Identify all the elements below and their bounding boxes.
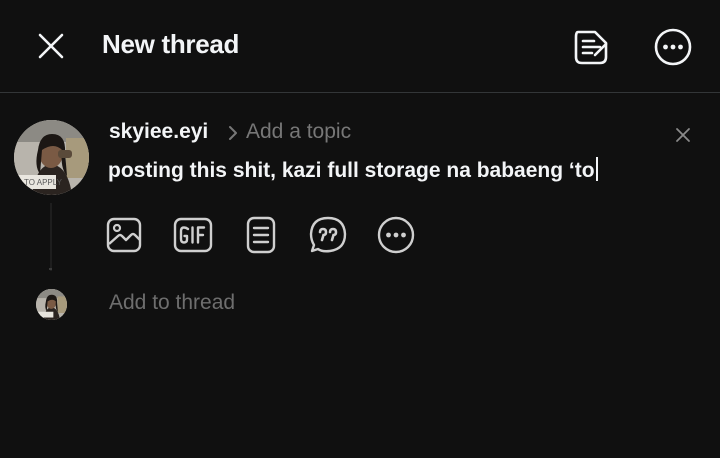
avatar-badge-text: TO APPLY — [24, 178, 62, 187]
thread-connector-end — [49, 268, 52, 270]
post-text-input[interactable]: posting this shit, kazi full storage na … — [108, 157, 598, 183]
gif-icon — [173, 217, 213, 253]
header-bar: New thread — [0, 0, 720, 93]
more-options-icon — [654, 28, 692, 66]
text-caret — [595, 157, 598, 181]
avatar[interactable]: TO APPLY — [14, 120, 89, 195]
dismiss-button[interactable] — [670, 122, 696, 148]
close-button[interactable] — [32, 27, 70, 65]
attach-gif-button[interactable] — [173, 215, 213, 255]
image-icon — [106, 217, 142, 253]
thread-connector-line — [50, 203, 52, 271]
add-poll-button[interactable] — [241, 215, 281, 255]
quote-button[interactable] — [308, 215, 348, 255]
close-icon — [38, 33, 64, 59]
avatar-photo-small — [36, 289, 67, 320]
more-options-button[interactable] — [651, 25, 695, 69]
new-thread-screen: New thread TO APPLY skyiee.eyi Add a top… — [0, 0, 720, 458]
quote-icon — [309, 216, 347, 253]
close-icon — [676, 128, 690, 142]
username: skyiee.eyi — [109, 120, 209, 143]
drafts-icon — [574, 30, 608, 65]
more-icon — [377, 216, 415, 254]
drafts-button[interactable] — [569, 25, 613, 69]
avatar-small — [36, 289, 67, 320]
more-attachments-button[interactable] — [376, 215, 416, 255]
poll-list-icon — [246, 216, 276, 254]
page-title: New thread — [102, 29, 240, 59]
chevron-right-icon — [229, 126, 237, 140]
add-to-thread-button[interactable]: Add to thread — [109, 291, 235, 315]
add-topic-button[interactable]: Add a topic — [246, 120, 351, 144]
attach-image-button[interactable] — [104, 215, 144, 255]
post-text-content: posting this shit, kazi full storage na … — [108, 159, 595, 182]
